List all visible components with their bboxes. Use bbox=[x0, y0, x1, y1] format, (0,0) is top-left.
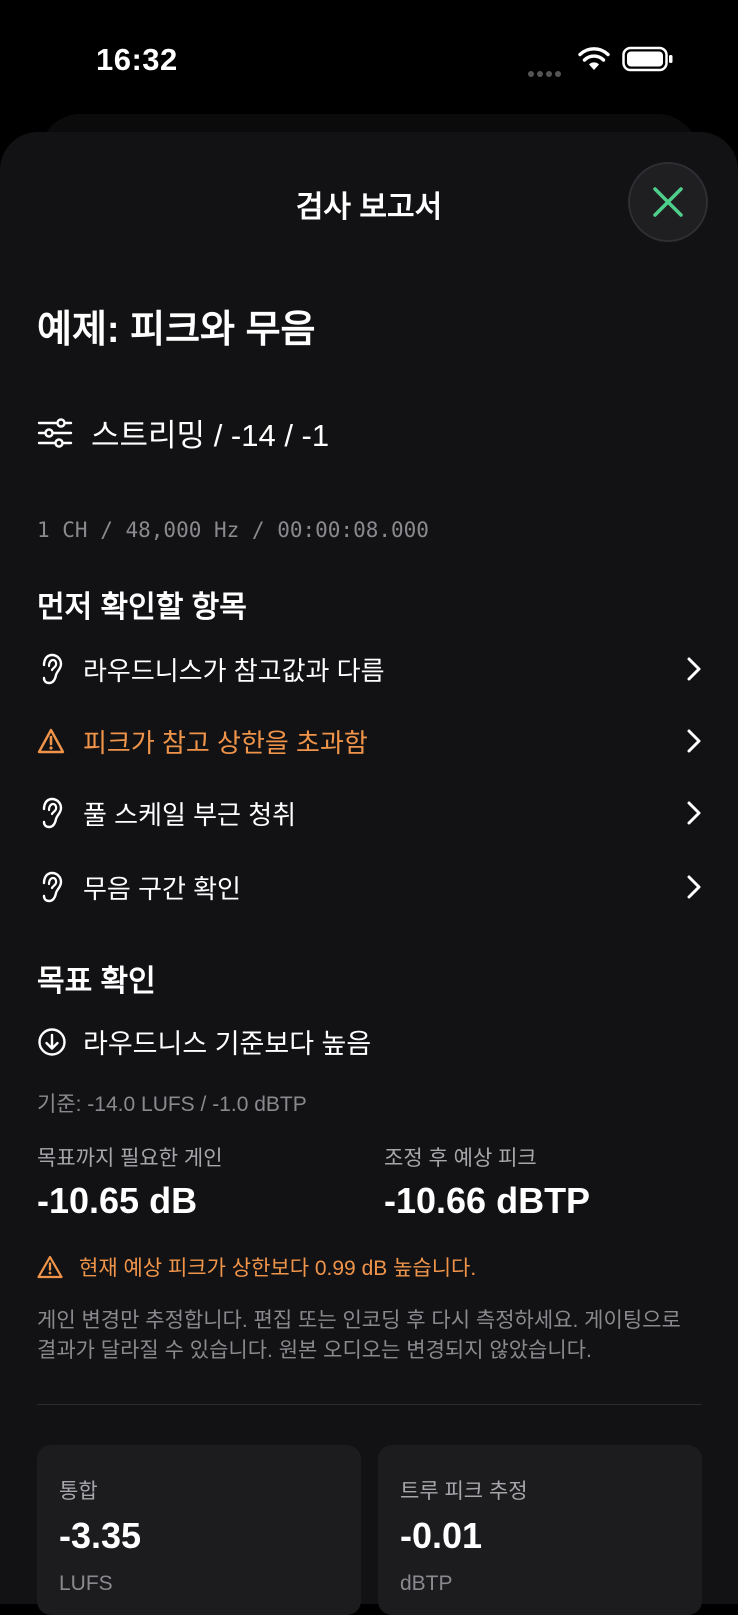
stat-unit: dBTP bbox=[400, 1572, 453, 1595]
stat-label: 트루 피크 추정 bbox=[400, 1480, 528, 1503]
close-icon bbox=[653, 187, 683, 217]
check-item-silence[interactable]: 무음 구간 확인 bbox=[37, 862, 703, 912]
status-bar: 16:32 bbox=[0, 0, 738, 120]
report-title: 예제: 피크와 무음 bbox=[37, 309, 316, 351]
check-item-loudness[interactable]: 라우드니스가 참고값과 다름 bbox=[37, 644, 703, 694]
peak-after-label: 조정 후 예상 피크 bbox=[384, 1147, 537, 1170]
target-criteria: 기준: -14.0 LUFS / -1.0 dBTP bbox=[37, 1093, 307, 1116]
close-button[interactable] bbox=[628, 162, 708, 242]
chevron-right-icon bbox=[687, 729, 701, 753]
chevron-right-icon bbox=[687, 875, 701, 899]
chevron-right-icon bbox=[687, 801, 701, 825]
preset-selector[interactable]: 스트리밍 / -14 / -1 bbox=[37, 410, 329, 455]
gain-label: 목표까지 필요한 게인 bbox=[37, 1147, 223, 1170]
ear-icon bbox=[42, 653, 63, 685]
arrow-down-circle-icon bbox=[38, 1027, 66, 1056]
disclaimer-line: 결과가 달라질 수 있습니다. 원본 오디오는 변경되지 않았습니다. bbox=[37, 1339, 592, 1362]
chevron-right-icon bbox=[687, 657, 701, 681]
peak-after-value: -10.66 dBTP bbox=[384, 1180, 591, 1221]
ear-icon bbox=[42, 871, 63, 903]
audio-metadata: 1 CH / 48,000 Hz / 00:00:08.000 bbox=[37, 518, 429, 542]
check-item-full-scale[interactable]: 풀 스케일 부근 청취 bbox=[37, 788, 703, 838]
divider bbox=[37, 1404, 701, 1405]
target-heading: 목표 확인 bbox=[37, 965, 156, 998]
ear-icon bbox=[42, 797, 63, 829]
warning-triangle-icon bbox=[37, 728, 65, 754]
target-status: 라우드니스 기준보다 높음 bbox=[37, 1022, 371, 1061]
first-checks-heading: 먼저 확인할 항목 bbox=[37, 591, 247, 624]
target-status-label: 라우드니스 기준보다 높음 bbox=[83, 1029, 372, 1059]
check-item-peak[interactable]: 피크가 참고 상한을 초과함 bbox=[37, 716, 703, 766]
sliders-icon bbox=[37, 417, 73, 448]
check-item-label: 풀 스케일 부근 청취 bbox=[83, 799, 297, 830]
peak-warning: 현재 예상 피크가 상한보다 0.99 dB 높습니다. bbox=[37, 1252, 476, 1282]
stat-label: 통합 bbox=[59, 1480, 98, 1503]
stat-value: -3.35 bbox=[59, 1515, 142, 1556]
check-item-label: 라우드니스가 참고값과 다름 bbox=[83, 655, 385, 686]
warning-triangle-icon bbox=[37, 1255, 63, 1279]
stat-card-integrated: 통합 -3.35 LUFS bbox=[37, 1445, 361, 1615]
battery-icon bbox=[622, 46, 673, 72]
status-time: 16:32 bbox=[96, 42, 178, 77]
cellular-signal-icon bbox=[528, 64, 564, 82]
wifi-icon bbox=[578, 47, 610, 70]
gain-value: -10.65 dB bbox=[37, 1180, 198, 1221]
check-item-label: 무음 구간 확인 bbox=[83, 873, 241, 904]
preset-label: 스트리밍 / -14 / -1 bbox=[91, 418, 330, 453]
check-item-label: 피크가 참고 상한을 초과함 bbox=[83, 727, 368, 758]
disclaimer-line: 게인 변경만 추정합니다. 편집 또는 인코딩 후 다시 측정하세요. 게이팅으… bbox=[37, 1309, 681, 1332]
peak-warning-text: 현재 예상 피크가 상한보다 0.99 dB 높습니다. bbox=[79, 1257, 477, 1280]
stat-value: -0.01 bbox=[400, 1515, 483, 1556]
stat-card-true-peak: 트루 피크 추정 -0.01 dBTP bbox=[378, 1445, 702, 1615]
stat-unit: LUFS bbox=[59, 1572, 113, 1595]
disclaimer-text: 게인 변경만 추정합니다. 편집 또는 인코딩 후 다시 측정하세요. 게이팅으… bbox=[37, 1306, 707, 1366]
